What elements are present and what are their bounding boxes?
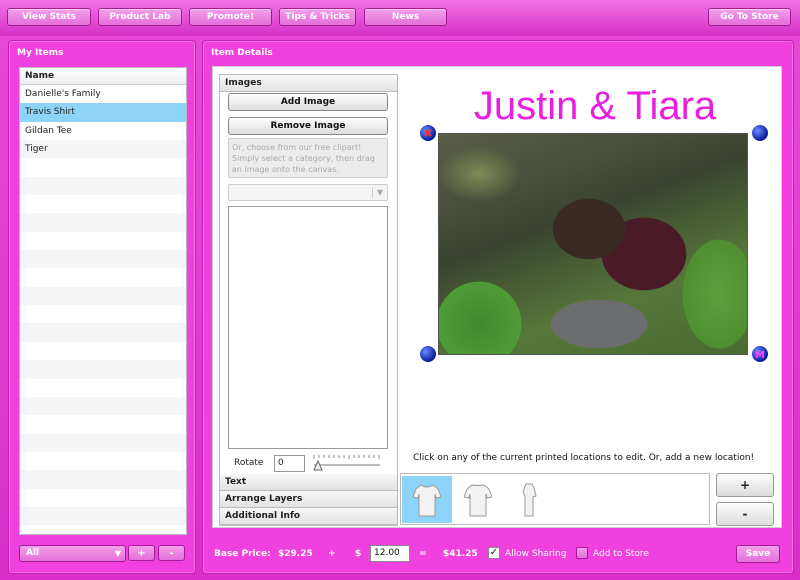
empty-list-row: [20, 268, 186, 286]
empty-list-row: [20, 305, 186, 323]
allow-sharing-label: Allow Sharing: [505, 549, 567, 559]
empty-list-row: [20, 452, 186, 470]
location-hint: Click on any of the current printed loca…: [413, 453, 755, 463]
add-location-button[interactable]: +: [716, 473, 774, 497]
empty-list-row: [20, 176, 186, 196]
location-sleeve[interactable]: [504, 476, 554, 523]
empty-list-row: [20, 232, 186, 250]
remove-image-button[interactable]: Remove Image: [228, 117, 388, 135]
remove-item-button[interactable]: -: [158, 545, 185, 561]
list-item[interactable]: Tiger: [20, 140, 186, 159]
rotate-label: Rotate: [234, 458, 264, 468]
base-price-value: $29.25: [278, 549, 313, 559]
add-to-store-checkbox[interactable]: [576, 547, 588, 559]
markup-input[interactable]: 12.00: [370, 545, 410, 562]
slider-ticks: [313, 455, 380, 459]
resize-handle-icon[interactable]: [420, 346, 436, 362]
items-list-rows: Danielle's Family Travis Shirt Gildan Tee T…: [20, 85, 186, 526]
news-button[interactable]: News: [364, 8, 447, 26]
base-price-label: Base Price:: [214, 549, 271, 559]
add-image-button[interactable]: Add Image: [228, 93, 388, 111]
dollar-sign: $: [355, 549, 362, 559]
canvas-photo[interactable]: [438, 133, 748, 355]
empty-list-row: [20, 342, 186, 360]
canvas-text[interactable]: Justin & Tiara: [420, 84, 770, 129]
empty-list-row: [20, 195, 186, 213]
empty-list-row: [20, 506, 186, 526]
delete-handle-icon[interactable]: [420, 125, 436, 141]
product-lab-button[interactable]: Product Lab: [98, 8, 182, 26]
item-details-title: Item Details: [211, 48, 273, 58]
shirt-side-icon: [522, 483, 537, 516]
total-price-value: $41.25: [443, 549, 478, 559]
equals-sign: =: [419, 549, 427, 559]
plus-sign: +: [328, 549, 336, 559]
arrange-layers-section-header[interactable]: Arrange Layers: [220, 491, 397, 508]
empty-list-row: [20, 433, 186, 452]
text-section-header[interactable]: Text: [220, 474, 397, 491]
list-item[interactable]: Danielle's Family: [20, 85, 186, 103]
view-stats-button[interactable]: View Stats: [7, 8, 91, 26]
svg-text:M: M: [755, 350, 765, 361]
empty-list-row: [20, 379, 186, 397]
images-section-header[interactable]: Images: [220, 75, 397, 92]
location-back[interactable]: [453, 476, 503, 523]
print-locations: [400, 473, 710, 525]
move-handle-icon[interactable]: M: [752, 346, 768, 362]
tips-tricks-button[interactable]: Tips & Tricks: [279, 8, 356, 26]
rotate-input[interactable]: 0: [274, 455, 305, 472]
clipart-gallery[interactable]: [228, 206, 388, 449]
add-to-store-label: Add to Store: [593, 549, 649, 559]
empty-list-row: [20, 470, 186, 489]
add-item-button[interactable]: +: [128, 545, 155, 561]
empty-list-row: [20, 360, 186, 379]
rotate-slider[interactable]: [312, 453, 382, 473]
rotate-handle-icon[interactable]: [752, 125, 768, 141]
items-filter-select[interactable]: All ▼: [19, 545, 126, 562]
clipart-hint-text: Or, choose from our free clipart! Simply…: [228, 138, 388, 178]
clipart-category-select[interactable]: ▼: [228, 184, 388, 201]
shirt-back-icon: [464, 483, 492, 516]
save-button[interactable]: Save: [736, 545, 780, 563]
top-nav-bar: View Stats Product Lab Promote! Tips & T…: [0, 0, 800, 36]
empty-list-row: [20, 415, 186, 433]
list-item[interactable]: Gildan Tee: [20, 122, 186, 140]
remove-location-button[interactable]: -: [716, 502, 774, 526]
chevron-down-icon: ▼: [371, 188, 383, 197]
empty-list-row: [20, 158, 186, 176]
chevron-down-icon: ▼: [114, 549, 121, 558]
empty-list-row: [20, 286, 186, 306]
go-to-store-button[interactable]: Go To Store: [708, 8, 791, 26]
empty-list-row: [20, 489, 186, 507]
empty-list-row: [20, 323, 186, 342]
promote-button[interactable]: Promote!: [189, 8, 272, 26]
allow-sharing-checkbox[interactable]: ✓: [488, 547, 500, 559]
empty-list-row: [20, 250, 186, 269]
items-filter-value: All: [26, 548, 40, 558]
location-front[interactable]: [402, 476, 452, 523]
additional-info-section-header[interactable]: Additional Info: [220, 508, 397, 525]
empty-list-row: [20, 396, 186, 416]
items-list-header[interactable]: Name: [20, 68, 186, 85]
items-list[interactable]: Name Danielle's Family Travis Shirt Gildan…: [19, 67, 187, 535]
my-items-title: My Items: [17, 48, 64, 58]
slider-track: [314, 464, 380, 466]
empty-list-row: [20, 213, 186, 232]
list-item[interactable]: Travis Shirt: [20, 103, 186, 122]
shirt-front-icon: [413, 483, 441, 516]
